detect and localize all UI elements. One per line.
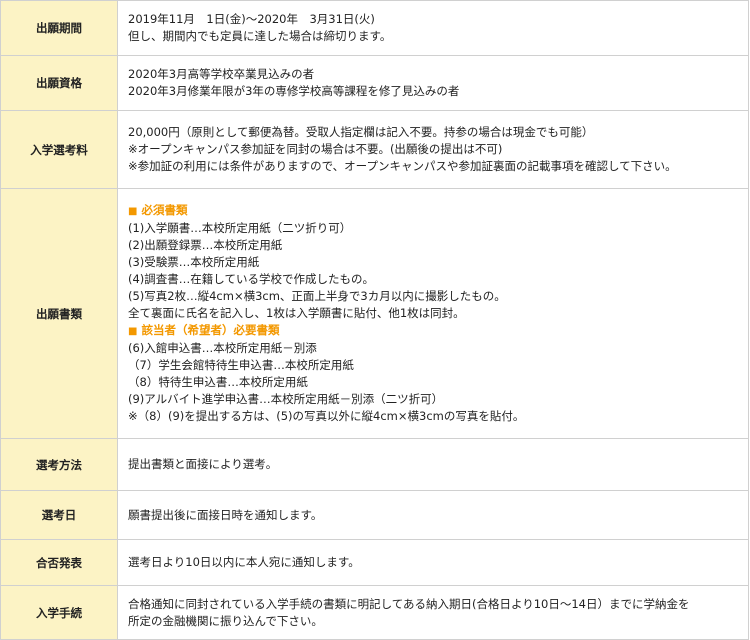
list-item: (3)受験票…本校所定用紙	[128, 255, 260, 269]
row-value: 願書提出後に面接日時を通知します。	[117, 490, 749, 540]
table-row: 入学手続 合格通知に同封されている入学手続の書類に明記してある納入期日(合格日よ…	[0, 585, 749, 640]
row-value: ■ 必須書類 (1)入学願書…本校所定用紙（二ツ折り可） (2)出願登録票…本校所…	[117, 188, 749, 439]
list-item: (4)調査書…在籍している学校で作成したもの。	[128, 272, 374, 286]
table-row: 出願書類 ■ 必須書類 (1)入学願書…本校所定用紙（二ツ折り可） (2)出願登録…	[0, 188, 749, 439]
value-line: 但し、期間内でも定員に達した場合は締切ります。	[128, 29, 392, 43]
list-item: （7）学生会館特待生申込書…本校所定用紙	[128, 358, 354, 372]
value-line: 20,000円（原則として郵便為替。受取人指定欄は記入不要。持参の場合は現金でも…	[128, 125, 594, 139]
list-item: (6)入館申込書…本校所定用紙－別添	[128, 341, 317, 355]
value-line: 2020年3月修業年限が3年の専修学校高等課程を修了見込みの者	[128, 84, 460, 98]
list-item: 全て裏面に氏名を記入し、1枚は入学願書に貼付、他1枚は同封。	[128, 306, 465, 320]
row-label: 出願期間	[0, 0, 118, 56]
value-line: 所定の金融機関に振り込んで下さい。	[128, 613, 323, 628]
list-item: (5)写真2枚…縦4cm×横3cm、正面上半身で3カ月以内に撮影したもの。	[128, 289, 506, 303]
row-label: 入学選考料	[0, 110, 118, 189]
heading-text: 必須書類	[141, 203, 188, 217]
row-label: 選考方法	[0, 438, 118, 491]
row-value: 2020年3月高等学校卒業見込みの者 2020年3月修業年限が3年の専修学校高等…	[117, 55, 749, 111]
admission-requirements-table: 出願期間 2019年11月 1日(金)～2020年 3月31日(火) 但し、期間…	[0, 0, 749, 640]
value-line: 選考日より10日以内に本人宛に通知します。	[128, 555, 360, 569]
row-label: 入学手続	[0, 585, 118, 640]
list-item: (1)入学願書…本校所定用紙（二ツ折り可）	[128, 221, 352, 235]
table-row: 合否発表 選考日より10日以内に本人宛に通知します。	[0, 539, 749, 586]
value-line: ※オープンキャンパス参加証を同封の場合は不要。(出願後の提出は不可)	[128, 142, 503, 156]
row-label: 選考日	[0, 490, 118, 540]
square-bullet-icon: ■	[128, 326, 138, 337]
table-row: 出願資格 2020年3月高等学校卒業見込みの者 2020年3月修業年限が3年の専…	[0, 55, 749, 111]
list-item: (9)アルバイト進学申込書…本校所定用紙－別添（二ツ折可）	[128, 392, 444, 406]
list-item: (2)出願登録票…本校所定用紙	[128, 238, 283, 252]
row-value: 提出書類と面接により選考。	[117, 438, 749, 491]
row-value: 選考日より10日以内に本人宛に通知します。	[117, 539, 749, 586]
value-line: ※参加証の利用には条件がありますので、オープンキャンパスや参加証裏面の記載事項を…	[128, 159, 677, 173]
row-value: 2019年11月 1日(金)～2020年 3月31日(火) 但し、期間内でも定員…	[117, 0, 749, 56]
list-item: ※（8）(9)を提出する方は、(5)の写真以外に縦4cm×横3cmの写真を貼付。	[128, 409, 525, 423]
value-line: 願書提出後に面接日時を通知します。	[128, 507, 323, 522]
row-value: 20,000円（原則として郵便為替。受取人指定欄は記入不要。持参の場合は現金でも…	[117, 110, 749, 189]
row-label: 出願資格	[0, 55, 118, 111]
value-line: 提出書類と面接により選考。	[128, 457, 278, 471]
heading-text: 該当者（希望者）必要書類	[141, 323, 280, 337]
table-row: 入学選考料 20,000円（原則として郵便為替。受取人指定欄は記入不要。持参の場…	[0, 110, 749, 189]
conditional-documents-heading: ■ 該当者（希望者）必要書類	[128, 322, 738, 340]
value-line: 2019年11月 1日(金)～2020年 3月31日(火)	[128, 12, 375, 26]
table-row: 出願期間 2019年11月 1日(金)～2020年 3月31日(火) 但し、期間…	[0, 0, 749, 56]
table-row: 選考日 願書提出後に面接日時を通知します。	[0, 490, 749, 540]
required-documents-heading: ■ 必須書類	[128, 202, 738, 220]
value-line: 2020年3月高等学校卒業見込みの者	[128, 67, 315, 81]
square-bullet-icon: ■	[128, 206, 138, 217]
row-label: 合否発表	[0, 539, 118, 586]
table-row: 選考方法 提出書類と面接により選考。	[0, 438, 749, 491]
value-line: 合格通知に同封されている入学手続の書類に明記してある納入期日(合格日より10日～…	[128, 596, 690, 611]
list-item: （8）特待生申込書…本校所定用紙	[128, 375, 308, 389]
row-label: 出願書類	[0, 188, 118, 439]
row-value: 合格通知に同封されている入学手続の書類に明記してある納入期日(合格日より10日～…	[117, 585, 749, 640]
